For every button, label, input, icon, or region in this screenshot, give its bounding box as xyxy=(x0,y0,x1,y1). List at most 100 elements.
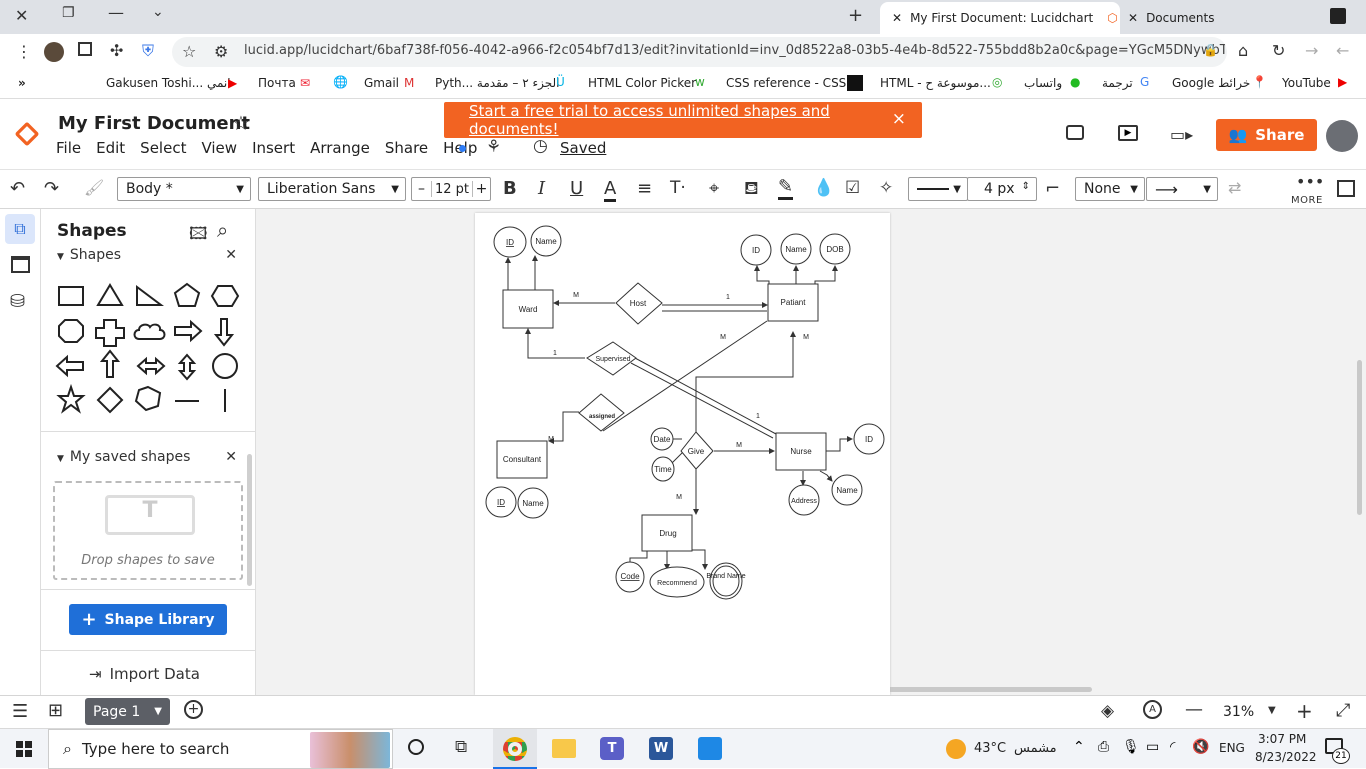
canvas-vscrollbar[interactable] xyxy=(1357,360,1362,515)
bookmark-item[interactable]: Почта xyxy=(258,76,296,90)
connector-line[interactable] xyxy=(690,549,708,570)
add-page-icon[interactable]: + xyxy=(184,700,203,719)
clock-date[interactable]: 8/23/2022 xyxy=(1255,750,1317,764)
sidebar-icon[interactable] xyxy=(78,42,92,56)
cortana-icon[interactable] xyxy=(408,739,424,755)
triangle-shape[interactable] xyxy=(96,283,124,306)
redo-icon[interactable]: ↷ xyxy=(44,178,59,199)
share-button[interactable]: 👥 Share xyxy=(1216,119,1317,151)
format-painter-icon[interactable]: 🖌 xyxy=(84,178,104,197)
line-style-select[interactable]: ▼ xyxy=(908,177,968,201)
menu-select[interactable]: Select xyxy=(140,139,186,157)
wifi-icon[interactable]: ◜ xyxy=(1170,739,1175,755)
zoom-out-icon[interactable]: — xyxy=(1185,699,1203,720)
rectangle-shape[interactable] xyxy=(58,286,84,306)
restore-window-icon[interactable]: ❐ xyxy=(62,5,75,21)
menu-share[interactable]: Share xyxy=(385,139,428,157)
star-icon[interactable]: ☆ xyxy=(232,111,250,135)
image-search-icon[interactable]: 🖾 xyxy=(189,221,208,250)
minimize-window-icon[interactable]: — xyxy=(108,3,124,22)
left-arrow-shape[interactable] xyxy=(55,354,84,378)
shape-library-button[interactable]: + Shape Library xyxy=(69,604,227,635)
weather-text[interactable]: مشمس xyxy=(1014,741,1057,756)
url-field[interactable]: lucid.app/lucidchart/6baf738f-f056-4042-… xyxy=(172,37,1227,67)
text-style-select[interactable]: Body * ▼ xyxy=(117,177,251,201)
font-select[interactable]: Liberation Sans ▼ xyxy=(258,177,406,201)
bookmark-item[interactable]: Gmail xyxy=(364,76,399,90)
menu-insert[interactable]: Insert xyxy=(252,139,295,157)
hexagon-shape[interactable] xyxy=(210,285,240,307)
undo-icon[interactable]: ↶ xyxy=(10,178,25,199)
teams-icon[interactable]: T xyxy=(600,737,624,760)
present-icon[interactable]: ▶ xyxy=(1118,125,1138,141)
line-color-icon[interactable]: ✎ xyxy=(778,176,794,200)
saved-section-header[interactable]: ▼ My saved shapes ✕ xyxy=(57,449,237,465)
feature-icon[interactable]: ⚘ xyxy=(486,137,501,157)
bookmark-item[interactable]: YouTube xyxy=(1282,76,1331,90)
taskbar-search[interactable]: ⌕ Type here to search xyxy=(48,729,393,769)
opacity-icon[interactable]: 💧 xyxy=(813,178,834,198)
menu-view[interactable]: View xyxy=(201,139,237,157)
banner-close-icon[interactable]: × xyxy=(892,109,906,129)
text-color-icon[interactable]: A xyxy=(604,178,617,202)
tab-search-chevron-icon[interactable]: ⌄ xyxy=(152,4,164,20)
fullscreen-icon[interactable]: ⤢ xyxy=(1336,700,1350,721)
arrow-start-select[interactable]: None ▼ xyxy=(1075,177,1145,201)
text-options-icon[interactable]: T· xyxy=(670,178,686,198)
zoom-caret-icon[interactable]: ▼ xyxy=(1268,705,1276,716)
layers-icon[interactable]: ◈ xyxy=(1101,701,1114,721)
close-window-icon[interactable]: ✕ xyxy=(15,6,28,25)
windows-start-icon[interactable] xyxy=(16,741,32,757)
shapes-panel-icon[interactable]: ⧉ xyxy=(5,214,35,244)
cross-shape[interactable] xyxy=(95,319,125,347)
star-bookmark-icon[interactable]: ☆ xyxy=(182,42,196,61)
align-icon[interactable]: ≡ xyxy=(637,178,652,199)
line-width-select[interactable]: 4 px ⇕ xyxy=(967,177,1037,201)
tab-documents[interactable]: ✕ Documents xyxy=(1128,2,1328,34)
weather-temp[interactable]: 43°C xyxy=(974,741,1006,756)
connector-line[interactable] xyxy=(825,436,853,452)
shield-icon[interactable]: ⛨ xyxy=(142,41,154,61)
document-title[interactable]: My First Document xyxy=(58,113,250,134)
menu-arrange[interactable]: Arrange xyxy=(310,139,370,157)
star-shape[interactable] xyxy=(56,383,86,414)
drop-zone[interactable]: T Drop shapes to save xyxy=(53,481,243,580)
data-icon[interactable]: ⛁ xyxy=(10,291,25,312)
trial-banner[interactable]: Start a free trial to access unlimited s… xyxy=(444,102,922,138)
language-indicator[interactable]: ENG xyxy=(1219,741,1245,755)
circle-shape[interactable] xyxy=(212,353,238,379)
fill-color-icon[interactable]: ⛾ xyxy=(744,178,759,202)
tune-icon[interactable]: ⚙ xyxy=(214,42,228,61)
templates-icon[interactable] xyxy=(11,256,30,273)
volume-icon[interactable]: 🔇 xyxy=(1192,739,1209,755)
right-panel-icon[interactable] xyxy=(1337,180,1355,197)
line-shape-icon[interactable]: ⌐ xyxy=(1045,178,1060,199)
lucid-logo-icon[interactable] xyxy=(14,121,40,147)
left-right-arrow-shape[interactable] xyxy=(136,356,166,376)
task-view-icon[interactable]: ⧉ xyxy=(455,737,467,757)
profile-avatar[interactable] xyxy=(44,42,64,62)
caret-down-icon[interactable]: ▼ xyxy=(154,706,162,717)
new-tab-icon[interactable]: + xyxy=(848,5,863,26)
bookmark-item[interactable]: ترجمة xyxy=(1102,76,1133,90)
navigate-icon[interactable]: A xyxy=(1143,700,1162,719)
document-page[interactable]: Ward Patiant Consultant Nurse Drug Host … xyxy=(475,213,890,695)
mic-icon[interactable]: 🎙 xyxy=(1122,739,1140,755)
right-triangle-shape[interactable] xyxy=(136,285,164,306)
photos-icon[interactable] xyxy=(698,737,722,760)
menu-edit[interactable]: Edit xyxy=(96,139,125,157)
zoom-level[interactable]: 31% xyxy=(1223,704,1254,720)
polygon-shape[interactable] xyxy=(134,385,162,412)
zoom-in-icon[interactable]: + xyxy=(1296,699,1313,723)
shape-options-icon[interactable]: ☑ xyxy=(845,178,860,198)
diamond-shape[interactable] xyxy=(96,386,124,414)
relationship-assigned[interactable] xyxy=(578,393,625,432)
extensions-icon[interactable]: ✣ xyxy=(110,41,123,60)
underline-icon[interactable]: U xyxy=(570,178,583,199)
close-section-icon[interactable]: ✕ xyxy=(225,247,237,263)
search-icon[interactable]: ⌕ xyxy=(217,218,228,242)
tab-lucidchart[interactable]: ✕ My First Document: Lucidchart ⬡ xyxy=(880,2,1120,34)
page-list-icon[interactable]: ☰ xyxy=(12,701,28,722)
bookmark-item[interactable]: Google خرائط xyxy=(1172,76,1250,90)
connector-line[interactable] xyxy=(819,470,833,482)
